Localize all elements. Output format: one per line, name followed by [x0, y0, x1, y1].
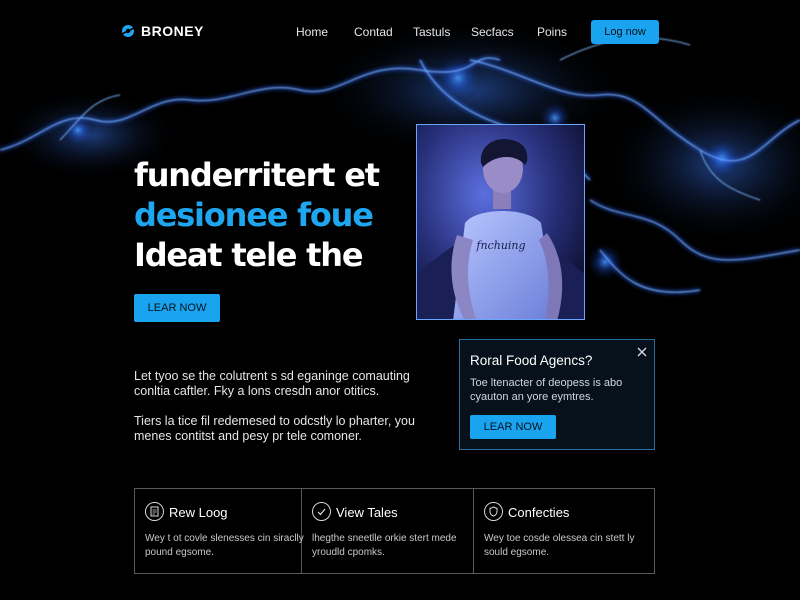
hero-person-image: fnchuing — [417, 125, 584, 319]
hero-learn-now-button[interactable]: LEAR NOW — [134, 294, 220, 322]
intro-paragraph-1: Let tyoo se the colutrent s sd eganinge … — [134, 369, 410, 398]
card-text: Wey t ot covle slenesses cin siraclly po… — [145, 533, 304, 558]
nav-link-secfacs[interactable]: Secfacs — [471, 25, 514, 39]
check-circle-icon — [312, 502, 331, 521]
feature-card-confecties[interactable]: Confecties Wey toe cosde olessea cin ste… — [474, 489, 654, 573]
shirt-text: fnchuing — [475, 239, 525, 252]
hero-line-3: Ideat tele the — [134, 236, 364, 274]
nav-link-tastuls[interactable]: Tastuls — [413, 25, 450, 39]
log-now-button[interactable]: Log now — [591, 20, 659, 44]
close-icon[interactable] — [636, 346, 648, 358]
document-icon — [145, 502, 164, 521]
feature-card-view-tales[interactable]: View Tales lhegthe sneetlle orkie stert … — [302, 489, 474, 573]
popup-text: Toe ltenacter of deopess is abo cyauton … — [470, 377, 623, 403]
card-title: View Tales — [336, 505, 398, 520]
brand-name: BRONEY — [141, 23, 204, 39]
card-text: Wey toe cosde olessea cin stett ly sould… — [484, 533, 635, 558]
nav-link-home[interactable]: Home — [296, 25, 328, 39]
hero-line-1: funderritert et — [134, 156, 380, 194]
hero-line-2: desionee foue — [134, 196, 374, 234]
card-text: lhegthe sneetlle orkie stert mede yroudl… — [312, 533, 457, 558]
intro-text: Let tyoo se the colutrent s sd eganinge … — [134, 369, 424, 444]
shield-icon — [484, 502, 503, 521]
popup-learn-now-button[interactable]: LEAR NOW — [470, 415, 556, 439]
promo-popup: Roral Food Agencs? Toe ltenacter of deop… — [459, 339, 655, 450]
nav-link-poins[interactable]: Poins — [537, 25, 567, 39]
top-nav: BRONEY Home Contad Tastuls Secfacs Poins… — [0, 0, 800, 62]
card-title: Confecties — [508, 505, 570, 520]
hero-title: funderritert et desionee foue Ideat tele… — [134, 155, 380, 275]
planet-ring-icon — [121, 25, 135, 37]
feature-card-rew-loog[interactable]: Rew Loog Wey t ot covle slenesses cin si… — [135, 489, 304, 573]
card-title: Rew Loog — [169, 505, 228, 520]
feature-cards: Rew Loog Wey t ot covle slenesses cin si… — [134, 488, 655, 574]
intro-paragraph-2: Tiers la tice fil redemesed to odcstly l… — [134, 414, 415, 443]
popup-title: Roral Food Agencs? — [470, 353, 593, 368]
hero-photo: fnchuing — [416, 124, 585, 320]
nav-link-contact[interactable]: Contad — [354, 25, 393, 39]
brand-logo[interactable]: BRONEY — [120, 23, 204, 39]
